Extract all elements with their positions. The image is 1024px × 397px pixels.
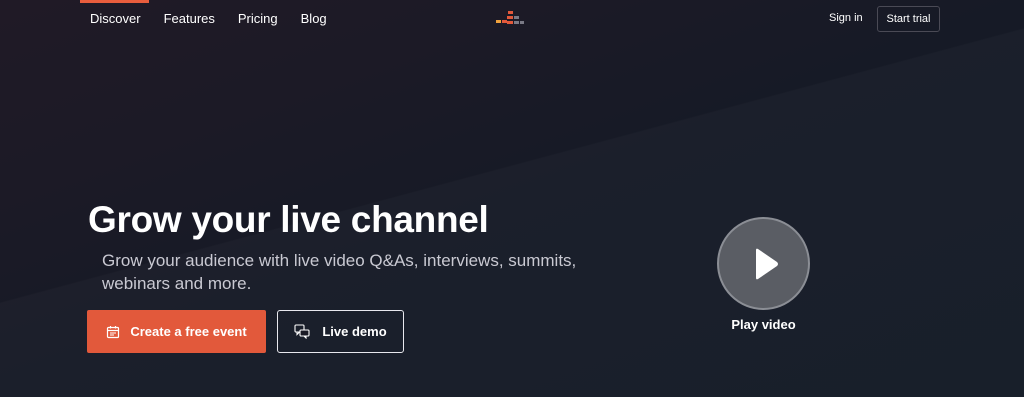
play-icon <box>755 248 778 279</box>
chat-bubbles-icon <box>294 324 310 339</box>
sign-in-link[interactable]: Sign in <box>829 12 863 24</box>
nav-link-pricing[interactable]: Pricing <box>238 11 278 27</box>
play-video-label[interactable]: Play video <box>700 317 827 332</box>
top-nav: Discover Features Pricing Blog Sign in S… <box>0 0 1024 38</box>
logo-bar <box>507 21 513 24</box>
logo-bar <box>507 16 513 19</box>
logo-bar <box>514 21 519 24</box>
hero-subtitle: Grow your audience with live video Q&As,… <box>102 251 577 293</box>
create-free-event-label: Create a free event <box>130 324 247 339</box>
play-video-button[interactable] <box>717 217 810 310</box>
start-trial-label: Start trial <box>886 13 931 25</box>
logo-bar <box>508 11 513 14</box>
brand-logo-icon[interactable] <box>494 9 526 27</box>
start-trial-button[interactable]: Start trial <box>877 6 940 32</box>
logo-bar <box>514 16 519 19</box>
nav-link-discover[interactable]: Discover <box>90 11 141 27</box>
logo-bar <box>496 20 501 23</box>
calendar-icon <box>107 325 120 338</box>
create-free-event-button[interactable]: Create a free event <box>87 310 266 353</box>
live-demo-button[interactable]: Live demo <box>277 310 404 353</box>
live-demo-label: Live demo <box>322 324 387 339</box>
hero-title: Grow your live channel <box>88 199 489 240</box>
logo-bar <box>520 21 524 24</box>
nav-active-indicator <box>80 0 149 3</box>
nav-link-blog[interactable]: Blog <box>301 11 327 27</box>
nav-links: Discover Features Pricing Blog <box>90 11 350 27</box>
nav-link-features[interactable]: Features <box>164 11 215 27</box>
logo-bar <box>502 20 507 23</box>
